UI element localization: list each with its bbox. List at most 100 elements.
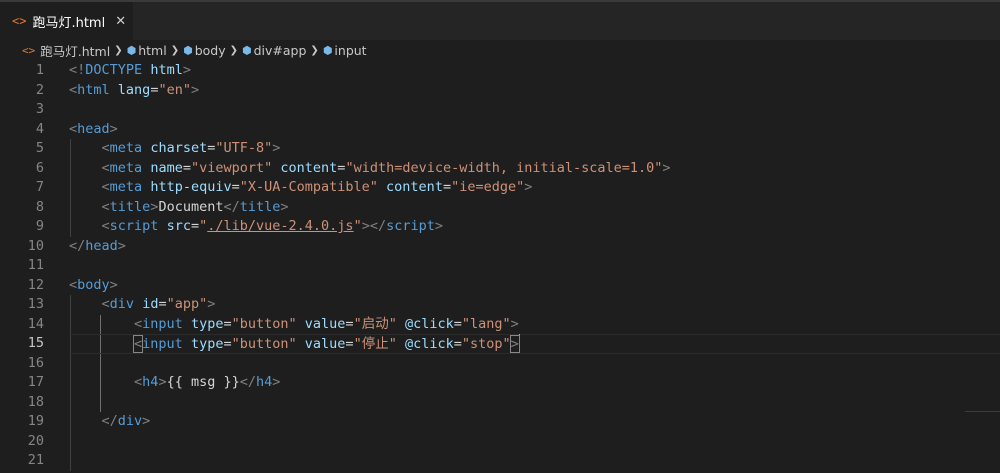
code-token: "停止"	[353, 336, 397, 352]
code-text: <h4>{{ msg }}</h4>	[69, 373, 280, 393]
code-line[interactable]: 17 <h4>{{ msg }}</h4>	[0, 373, 1000, 393]
code-line[interactable]: 11	[0, 256, 1000, 276]
code-token: "	[353, 218, 362, 234]
code-line[interactable]: 1 <!DOCTYPE html>	[0, 61, 1000, 81]
code-token: content	[386, 179, 443, 195]
line-number: 15	[27, 335, 44, 351]
code-token: >	[117, 237, 126, 254]
line-number: 7	[35, 179, 44, 195]
code-token: >	[109, 276, 118, 293]
code-line[interactable]: 10 </head>	[0, 237, 1000, 257]
code-token: div	[109, 296, 135, 312]
breadcrumb-item-file[interactable]: 跑马灯.html	[40, 41, 110, 60]
code-line[interactable]: 16	[0, 354, 1000, 374]
code-line[interactable]: 9 <script src="./lib/vue-2.4.0.js"></scr…	[0, 217, 1000, 237]
code-line[interactable]: 14 <input type="button" value="启动" @clic…	[0, 315, 1000, 335]
code-token: {{ msg }}	[166, 374, 240, 390]
code-line[interactable]: 4 <head>	[0, 120, 1000, 140]
code-token: =	[182, 159, 191, 176]
code-token: head	[85, 237, 118, 254]
code-token: >	[509, 335, 520, 353]
line-number: 4	[35, 120, 44, 137]
code-token: input	[142, 336, 183, 352]
code-editor[interactable]: 1 <!DOCTYPE html> 2 <html lang="en"> 3 4 <head…	[0, 61, 1000, 473]
code-token: =	[223, 336, 232, 352]
element-cube-icon: ⬢	[322, 43, 333, 57]
code-token: meta	[109, 159, 143, 176]
code-token: <	[101, 140, 110, 156]
code-text: <input type="button" value="停止" @click="…	[69, 334, 520, 355]
code-token: </	[101, 413, 118, 429]
code-token: head	[77, 120, 110, 137]
tab-label: 跑马灯.html	[32, 15, 106, 31]
code-line[interactable]: 21	[0, 451, 1000, 471]
line-number: 2	[35, 81, 44, 98]
code-text: <title>Document</title>	[69, 198, 289, 218]
code-token: title	[109, 198, 151, 215]
code-token: content	[280, 159, 338, 176]
breadcrumb-item-html[interactable]: html	[138, 43, 166, 58]
html-file-icon: <>	[22, 43, 36, 57]
code-line[interactable]: 2 <html lang="en">	[0, 81, 1000, 101]
code-token: input	[142, 315, 183, 332]
line-number: 16	[27, 354, 44, 371]
code-token: ></	[361, 218, 387, 234]
code-token: src	[166, 218, 191, 234]
code-token: script	[386, 218, 435, 234]
code-token: @click	[404, 315, 454, 332]
code-token: <	[101, 296, 110, 312]
code-line[interactable]: 20	[0, 432, 1000, 452]
code-token: value	[304, 336, 346, 352]
chevron-right-icon: ❯	[310, 44, 319, 56]
code-token: >	[280, 198, 289, 215]
code-token: <	[69, 81, 78, 98]
code-token: http-equiv	[150, 179, 232, 195]
breadcrumb-item-div-app[interactable]: div#app	[254, 43, 307, 58]
breadcrumb-item-input[interactable]: input	[334, 43, 366, 58]
code-line[interactable]: 5 <meta charset="UTF-8">	[0, 139, 1000, 159]
code-token: <	[69, 276, 78, 293]
code-token: "启动"	[353, 315, 397, 332]
code-line[interactable]: 12 <body>	[0, 276, 1000, 296]
code-line[interactable]: 15 <input type="button" value="停止" @clic…	[0, 334, 1000, 354]
code-text: <meta charset="UTF-8">	[69, 139, 281, 159]
code-token: "lang"	[461, 315, 511, 332]
code-line[interactable]: 19 </div>	[0, 412, 1000, 432]
code-text: <!DOCTYPE html>	[69, 61, 191, 81]
line-number: 19	[27, 413, 44, 429]
code-token: meta	[109, 179, 143, 195]
code-token: id	[142, 296, 159, 312]
breadcrumb-item-body[interactable]: body	[195, 43, 226, 58]
code-token: =	[231, 179, 240, 195]
code-text: </div>	[69, 412, 151, 432]
code-text: <head>	[69, 120, 118, 140]
tab-bar: <> 跑马灯.html ✕	[0, 0, 1000, 40]
code-token: =	[345, 336, 354, 352]
code-line[interactable]: 8 <title>Document</title>	[0, 198, 1000, 218]
code-line[interactable]: 6 <meta name="viewport" content="width=d…	[0, 159, 1000, 179]
code-token: "en"	[158, 81, 191, 98]
code-token: type	[190, 336, 224, 352]
tab-file[interactable]: <> 跑马灯.html ✕	[0, 2, 133, 40]
code-token: Document	[158, 198, 224, 215]
html-file-icon: <>	[12, 14, 27, 28]
code-token: </	[223, 198, 240, 215]
code-line[interactable]: 18	[0, 393, 1000, 413]
code-token: "ie=edge"	[451, 179, 525, 195]
code-token: >	[142, 413, 151, 429]
code-line[interactable]: 3	[0, 100, 1000, 120]
close-icon[interactable]: ✕	[115, 14, 126, 29]
code-token: body	[77, 276, 110, 293]
code-token: >	[207, 296, 216, 312]
code-token: "app"	[166, 296, 208, 312]
code-line[interactable]: 13 <div id="app">	[0, 295, 1000, 315]
code-token: >	[272, 140, 281, 156]
line-number: 1	[35, 62, 44, 78]
code-token: >	[182, 62, 191, 78]
line-number: 14	[27, 315, 44, 332]
code-line[interactable]: 7 <meta http-equiv="X-UA-Compatible" con…	[0, 178, 1000, 198]
